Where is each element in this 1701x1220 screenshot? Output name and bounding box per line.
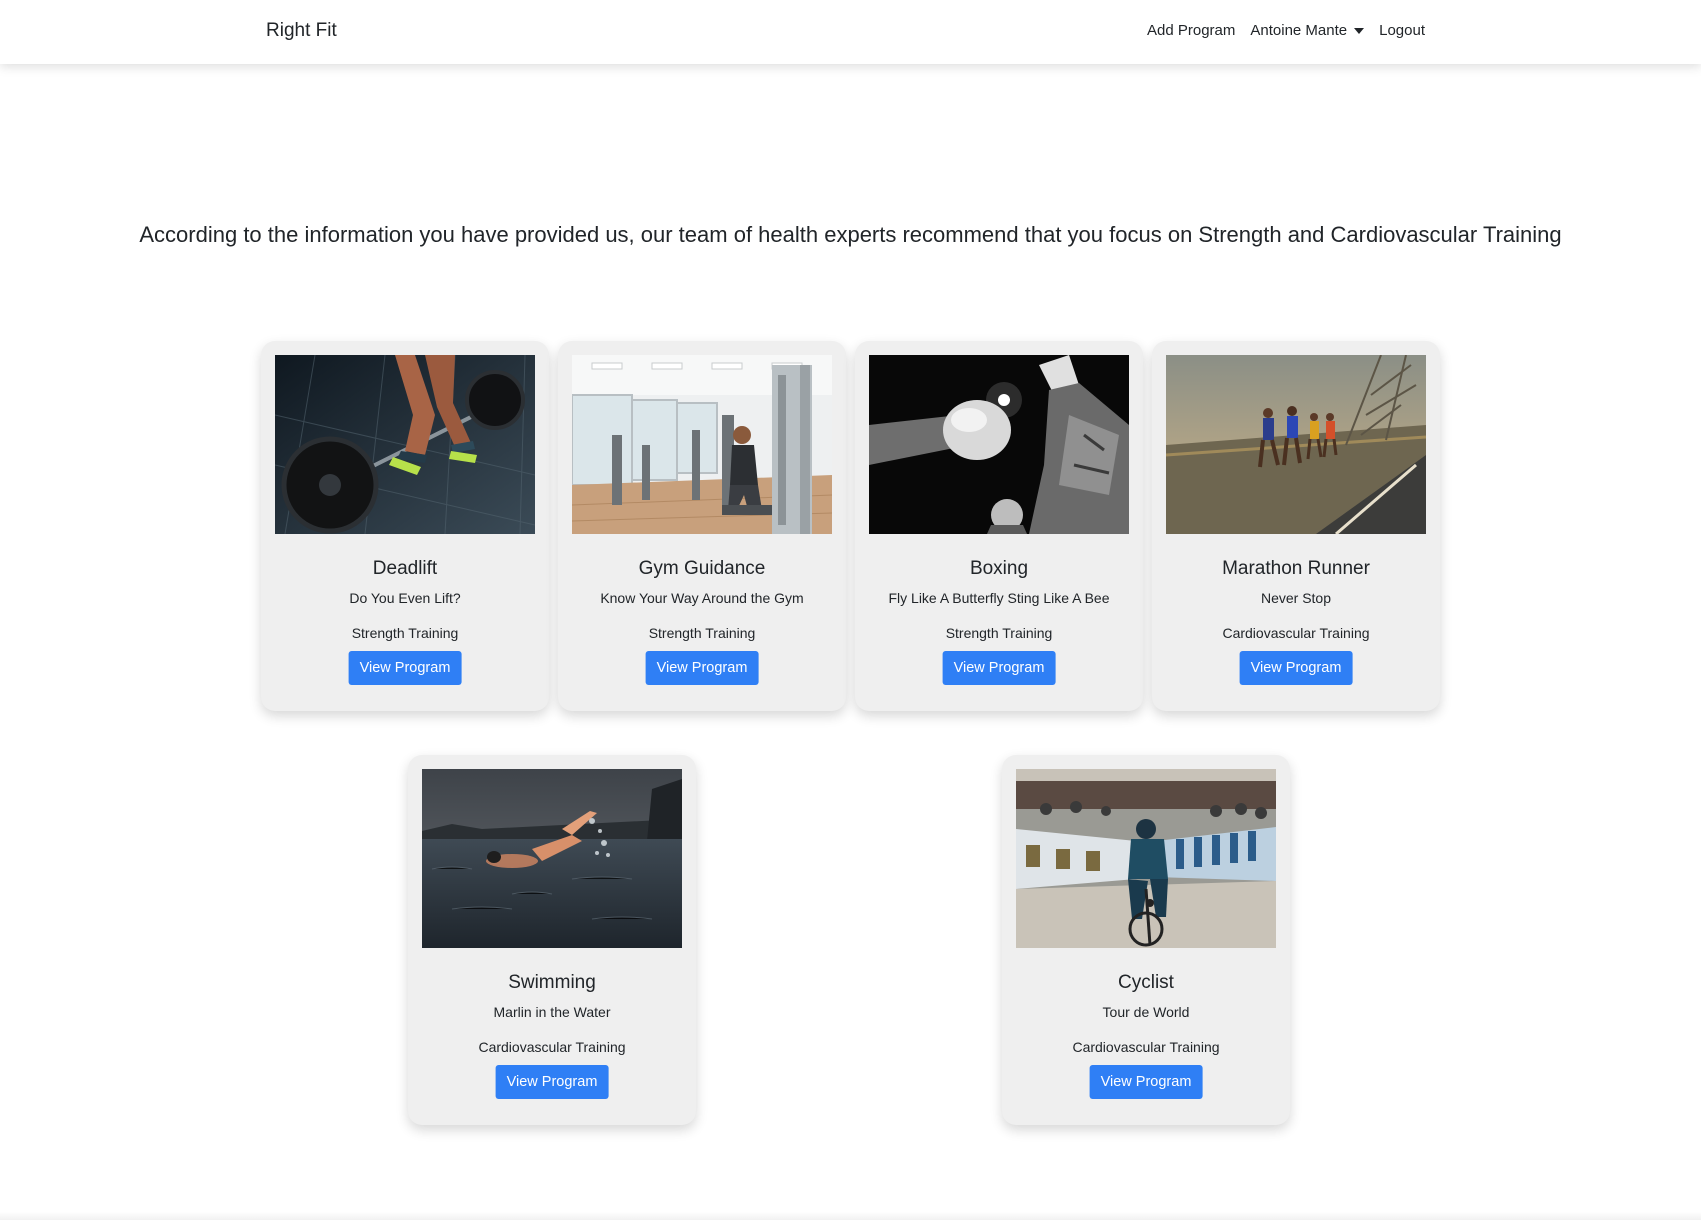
program-card-marathon-runner: Marathon Runner Never Stop Cardiovascula… — [1152, 341, 1440, 711]
program-title: Marathon Runner — [1222, 558, 1370, 579]
program-category: Strength Training — [351, 625, 459, 641]
nav-links: Add Program Antoine Mante Logout — [1147, 22, 1425, 39]
view-program-button[interactable]: View Program — [495, 1065, 609, 1099]
program-card-swimming: Swimming Marlin in the Water Cardiovascu… — [408, 755, 696, 1125]
program-subtitle: Do You Even Lift? — [349, 590, 461, 606]
footer-divider — [0, 1212, 1701, 1220]
program-category: Strength Training — [648, 625, 756, 641]
recommendation-headline: According to the information you have pr… — [139, 222, 1562, 247]
program-title: Boxing — [969, 558, 1029, 579]
program-image-deadlift — [275, 355, 535, 534]
view-program-button[interactable]: View Program — [1239, 651, 1353, 685]
program-subtitle: Tour de World — [1102, 1004, 1190, 1020]
program-image-cyclist — [1016, 769, 1276, 948]
view-program-button[interactable]: View Program — [348, 651, 462, 685]
program-card-gym-guidance: Gym Guidance Know Your Way Around the Gy… — [558, 341, 846, 711]
logout-link[interactable]: Logout — [1379, 22, 1425, 39]
program-category: Cardiovascular Training — [478, 1039, 626, 1055]
program-image-gym-guidance — [572, 355, 832, 534]
program-card-boxing: Boxing Fly Like A Butterfly Sting Like A… — [855, 341, 1143, 711]
program-image-swimming — [422, 769, 682, 948]
program-image-boxing — [869, 355, 1129, 534]
navbar: Right Fit Add Program Antoine Mante Logo… — [0, 0, 1701, 64]
program-category: Cardiovascular Training — [1072, 1039, 1220, 1055]
program-title: Swimming — [508, 972, 596, 993]
program-title: Cyclist — [1118, 972, 1174, 993]
program-title: Gym Guidance — [638, 558, 766, 579]
program-subtitle: Never Stop — [1260, 590, 1332, 606]
program-category: Strength Training — [945, 625, 1053, 641]
program-subtitle: Fly Like A Butterfly Sting Like A Bee — [888, 590, 1110, 606]
program-subtitle: Marlin in the Water — [493, 1004, 611, 1020]
view-program-button[interactable]: View Program — [645, 651, 759, 685]
user-dropdown[interactable]: Antoine Mante — [1250, 22, 1365, 39]
caret-down-icon — [1354, 28, 1365, 34]
program-title: Deadlift — [372, 558, 438, 579]
user-name: Antoine Mante — [1250, 22, 1348, 39]
program-card-cyclist: Cyclist Tour de World Cardiovascular Tra… — [1002, 755, 1290, 1125]
program-subtitle: Know Your Way Around the Gym — [600, 590, 804, 606]
view-program-button[interactable]: View Program — [942, 651, 1056, 685]
program-card-deadlift: Deadlift Do You Even Lift? Strength Trai… — [261, 341, 549, 711]
brand-link[interactable]: Right Fit — [266, 20, 337, 42]
program-category: Cardiovascular Training — [1222, 625, 1370, 641]
program-image-marathon-runner — [1166, 355, 1426, 534]
view-program-button[interactable]: View Program — [1089, 1065, 1203, 1099]
add-program-link[interactable]: Add Program — [1147, 22, 1235, 39]
